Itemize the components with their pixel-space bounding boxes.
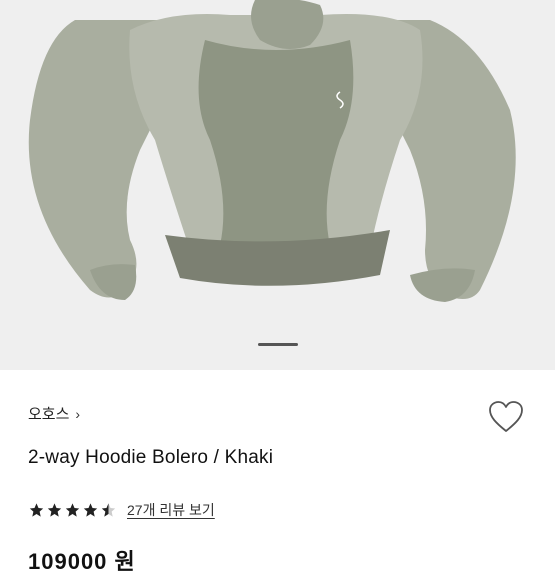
star-full-icon (83, 503, 98, 517)
star-rating (28, 502, 117, 518)
brand-link[interactable]: 오호스 › (28, 403, 80, 424)
gallery-pager[interactable] (257, 343, 298, 346)
brand-name: 오호스 (28, 406, 70, 423)
star-full-icon (47, 503, 62, 517)
pager-indicator-active[interactable] (257, 343, 298, 346)
product-price: 109000 원 (28, 549, 136, 574)
review-link[interactable]: 27개 리뷰 보기 (127, 500, 215, 520)
product-gallery[interactable] (0, 0, 555, 370)
star-half-icon (101, 503, 116, 517)
star-full-icon (29, 503, 44, 517)
heart-icon[interactable] (487, 398, 525, 436)
product-info: 오호스 › 2-way Hoodie Bolero / Khaki 27개 리뷰… (0, 370, 555, 574)
rating-row: 27개 리뷰 보기 (28, 500, 215, 520)
chevron-right-icon: › (75, 405, 81, 422)
star-full-icon (65, 503, 80, 517)
product-image (28, 0, 516, 302)
product-title: 2-way Hoodie Bolero / Khaki (28, 447, 274, 468)
